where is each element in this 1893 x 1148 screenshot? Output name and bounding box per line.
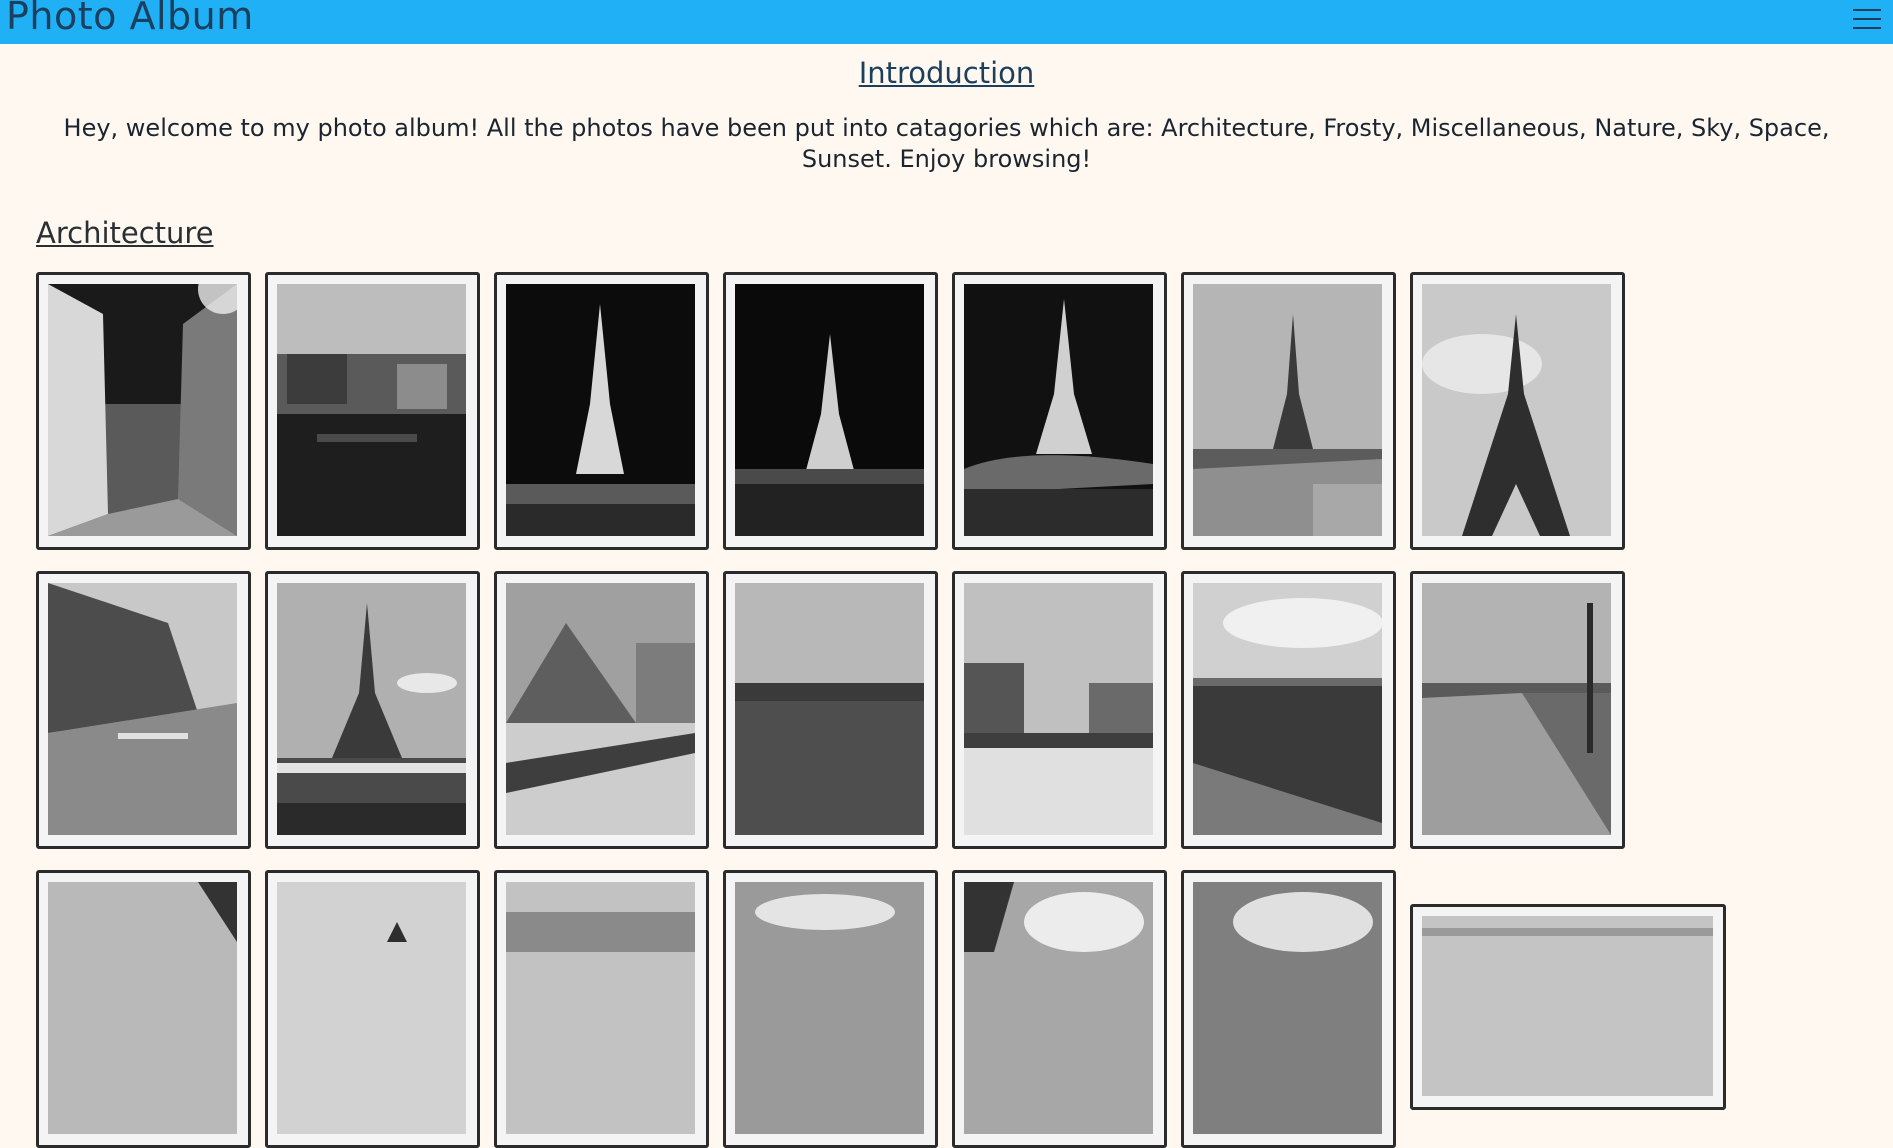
cloudy-building-photo	[48, 882, 237, 1134]
eiffel-tower-night-river-photo	[735, 284, 924, 536]
photo-thumbnail[interactable]	[723, 870, 938, 1148]
eiffel-tower-plaza-photo	[1193, 284, 1382, 536]
louvre-garden-photo	[964, 583, 1153, 835]
photo-thumbnail[interactable]	[723, 571, 938, 849]
street-alley-photo	[48, 284, 237, 536]
clouds-photo	[1193, 882, 1382, 1134]
hamburger-menu-icon[interactable]	[1851, 6, 1883, 32]
photo-thumbnail[interactable]	[723, 272, 938, 550]
photo-thumbnail[interactable]	[36, 272, 251, 550]
photo-thumbnail[interactable]	[265, 571, 480, 849]
river-buildings-photo	[277, 284, 466, 536]
river-embankment-photo	[1193, 583, 1382, 835]
paris-street-photo	[48, 583, 237, 835]
intro-heading: Introduction	[858, 56, 1035, 90]
panorama-photo	[1422, 916, 1713, 1096]
photo-thumbnail[interactable]	[952, 870, 1167, 1148]
photo-thumbnail[interactable]	[494, 870, 709, 1148]
louvre-pyramid-photo	[506, 583, 695, 835]
eiffel-tower-night-bridge-photo	[964, 284, 1153, 536]
photo-thumbnail[interactable]	[1181, 870, 1396, 1148]
church-spire-photo	[277, 882, 466, 1134]
photo-thumbnail[interactable]	[1181, 571, 1396, 849]
photo-thumbnail[interactable]	[1181, 272, 1396, 550]
eiffel-tower-closeup-photo	[1422, 284, 1611, 536]
intro-text: Hey, welcome to my photo album! All the …	[63, 114, 1830, 173]
section-heading-architecture: Architecture	[36, 216, 214, 250]
photo-thumbnail[interactable]	[1410, 571, 1625, 849]
cloudy-sky-photo	[735, 882, 924, 1134]
eiffel-tower-riverboat-photo	[277, 583, 466, 835]
photo-thumbnail[interactable]	[36, 571, 251, 849]
photo-thumbnail[interactable]	[494, 571, 709, 849]
photo-thumbnail[interactable]	[494, 272, 709, 550]
photo-thumbnail[interactable]	[36, 870, 251, 1148]
seine-river-photo	[735, 583, 924, 835]
city-skyline-photo	[506, 882, 695, 1134]
eiffel-tower-night-photo	[506, 284, 695, 536]
tower-clouds-photo	[964, 882, 1153, 1134]
app-title: Photo Album	[6, 0, 254, 38]
photo-thumbnail[interactable]	[265, 272, 480, 550]
photo-thumbnail[interactable]	[1410, 904, 1726, 1110]
top-bar: Photo Album	[0, 0, 1893, 44]
photo-thumbnail[interactable]	[952, 272, 1167, 550]
harbor-promenade-photo	[1422, 583, 1611, 835]
photo-thumbnail[interactable]	[1410, 272, 1625, 550]
photo-thumbnail[interactable]	[952, 571, 1167, 849]
photo-thumbnail[interactable]	[265, 870, 480, 1148]
